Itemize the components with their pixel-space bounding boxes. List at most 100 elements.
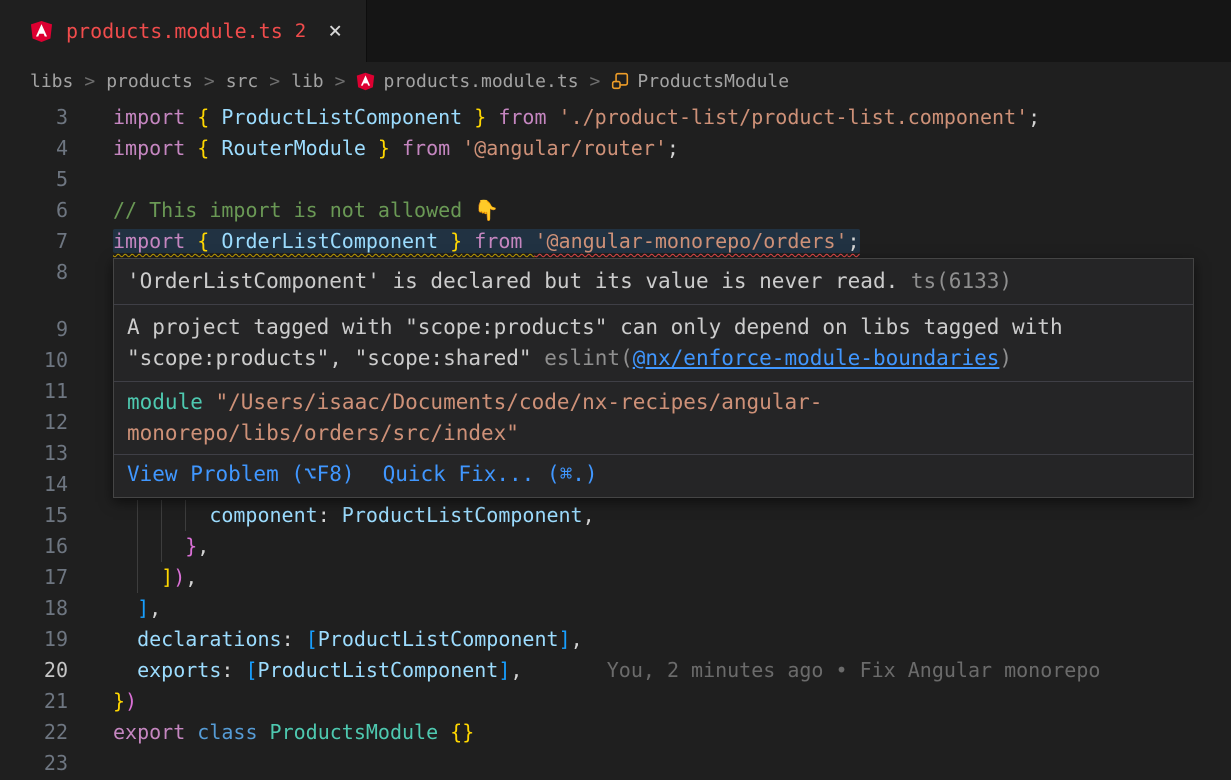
code-line-22[interactable]: 22export class ProductsModule {}: [0, 717, 1231, 748]
code-token: ProductListComponent: [258, 658, 499, 682]
breadcrumb: libs>products>src>lib>products.module.ts…: [0, 62, 1231, 100]
code-token: :: [221, 658, 245, 682]
code-content: [100, 164, 113, 195]
breadcrumb-label: libs: [30, 71, 73, 92]
line-number: 20: [0, 655, 100, 686]
line-number: 11: [0, 376, 100, 407]
code-token: class: [197, 720, 269, 744]
hover-module-ref: module"/Users/isaac/Documents/code/nx-re…: [114, 382, 1193, 454]
hover-actions: View Problem (⌥F8) Quick Fix... (⌘.): [114, 455, 1193, 497]
code-token: import: [113, 229, 197, 253]
class-icon: [611, 72, 629, 90]
line-number: 9: [0, 314, 100, 345]
code-token: ): [125, 689, 137, 713]
code-token: {: [197, 105, 209, 129]
code-line-21[interactable]: 21}): [0, 686, 1231, 717]
code-token: ]: [498, 658, 510, 682]
code-token: ;: [848, 229, 860, 253]
code-content: // This import is not allowed 👇: [100, 195, 499, 226]
chevron-right-icon: >: [590, 71, 601, 92]
code-token: ,: [197, 534, 209, 558]
code-token: {: [197, 136, 209, 160]
code-content: ],: [100, 593, 161, 624]
code-token: ): [173, 565, 185, 589]
editor: 3import { ProductListComponent } from '.…: [0, 100, 1231, 780]
breadcrumb-item-lib[interactable]: lib: [291, 71, 324, 92]
breadcrumb-item-products.module.ts[interactable]: products.module.ts: [356, 71, 578, 92]
code-token: ,: [583, 503, 595, 527]
breadcrumb-item-ProductsModule[interactable]: ProductsModule: [611, 71, 789, 92]
code-line-4[interactable]: 4import { RouterModule } from '@angular/…: [0, 133, 1231, 164]
code-token: declarations: [137, 627, 282, 651]
line-number: 19: [0, 624, 100, 655]
indent: [113, 500, 137, 531]
code-content: import { RouterModule } from '@angular/r…: [100, 133, 679, 164]
code-line-20[interactable]: 20 exports: [ProductListComponent],You, …: [0, 655, 1231, 686]
line-number: 8: [0, 257, 100, 288]
breadcrumb-item-libs[interactable]: libs: [30, 71, 73, 92]
line-number: 22: [0, 717, 100, 748]
angular-icon: [30, 20, 53, 43]
code-token: :: [282, 627, 306, 651]
code-token: exports: [137, 658, 221, 682]
tab-products-module[interactable]: products.module.ts 2 ×: [0, 0, 367, 62]
code-content: exports: [ProductListComponent],You, 2 m…: [100, 655, 1100, 686]
code-line-7[interactable]: 7import { OrderListComponent } from '@an…: [0, 226, 1231, 257]
code-content: declarations: [ProductListComponent],: [100, 624, 583, 655]
code-token: '@angular-monorepo/orders': [534, 229, 847, 253]
line-number: 4: [0, 133, 100, 164]
code-line-17[interactable]: 17]),: [0, 562, 1231, 593]
line-number: 16: [0, 531, 100, 562]
code-line-23[interactable]: 23: [0, 748, 1231, 779]
code-line-6[interactable]: 6 // This import is not allowed 👇: [0, 195, 1231, 226]
code-token: from: [462, 229, 534, 253]
diagnostic-source-prefix: eslint(: [532, 346, 633, 370]
line-number: 12: [0, 407, 100, 438]
angular-icon: [356, 72, 375, 91]
module-path: "/Users/isaac/Documents/code/nx-recipes/…: [127, 390, 822, 445]
code-content: [100, 407, 113, 438]
code-token: [113, 658, 137, 682]
line-number: 17: [0, 562, 100, 593]
indent-guide: [161, 531, 185, 562]
code-token: ]: [137, 596, 149, 620]
indent: [113, 531, 137, 562]
quick-fix-action[interactable]: Quick Fix... (⌘.): [383, 459, 598, 490]
breadcrumb-item-products[interactable]: products: [106, 71, 193, 92]
code-token: '@angular/router': [462, 136, 667, 160]
breadcrumb-label: lib: [291, 71, 324, 92]
code-line-15[interactable]: 15component: ProductListComponent,: [0, 500, 1231, 531]
code-line-16[interactable]: 16},: [0, 531, 1231, 562]
line-number: 5: [0, 164, 100, 195]
git-blame-annotation: You, 2 minutes ago • Fix Angular monorep…: [607, 658, 1101, 682]
code-content: export class ProductsModule {}: [100, 717, 474, 748]
diagnostic-source-suffix: ): [999, 346, 1012, 370]
indent-guide: [137, 562, 161, 593]
code-token: from: [390, 136, 462, 160]
line-number: 13: [0, 438, 100, 469]
code-content: [100, 314, 113, 345]
code-token: ProductListComponent: [318, 627, 559, 651]
view-problem-action[interactable]: View Problem (⌥F8): [127, 459, 355, 490]
close-icon[interactable]: ×: [328, 20, 342, 43]
code-line-3[interactable]: 3import { ProductListComponent } from '.…: [0, 102, 1231, 133]
code-line-5[interactable]: 5: [0, 164, 1231, 195]
breadcrumb-item-src[interactable]: src: [226, 71, 259, 92]
code-token: ProductListComponent: [209, 105, 474, 129]
indent-guide: [137, 531, 161, 562]
code-token: export: [113, 720, 197, 744]
chevron-right-icon: >: [204, 71, 215, 92]
line-number: 6: [0, 195, 100, 226]
indent-guide: [161, 500, 185, 531]
eslint-rule-link[interactable]: @nx/enforce-module-boundaries: [633, 346, 1000, 370]
code-line-18[interactable]: 18 ],: [0, 593, 1231, 624]
code-token: }: [378, 136, 390, 160]
code-token: [113, 596, 137, 620]
hover-diagnostic-eslint: A project tagged with "scope:products" c…: [114, 305, 1193, 381]
line-number: 15: [0, 500, 100, 531]
code-token: [: [306, 627, 318, 651]
code-line-19[interactable]: 19 declarations: [ProductListComponent],: [0, 624, 1231, 655]
code-token: // This import is not allowed 👇: [113, 198, 499, 222]
code-token: ;: [1028, 105, 1040, 129]
breadcrumb-label: products: [106, 71, 193, 92]
